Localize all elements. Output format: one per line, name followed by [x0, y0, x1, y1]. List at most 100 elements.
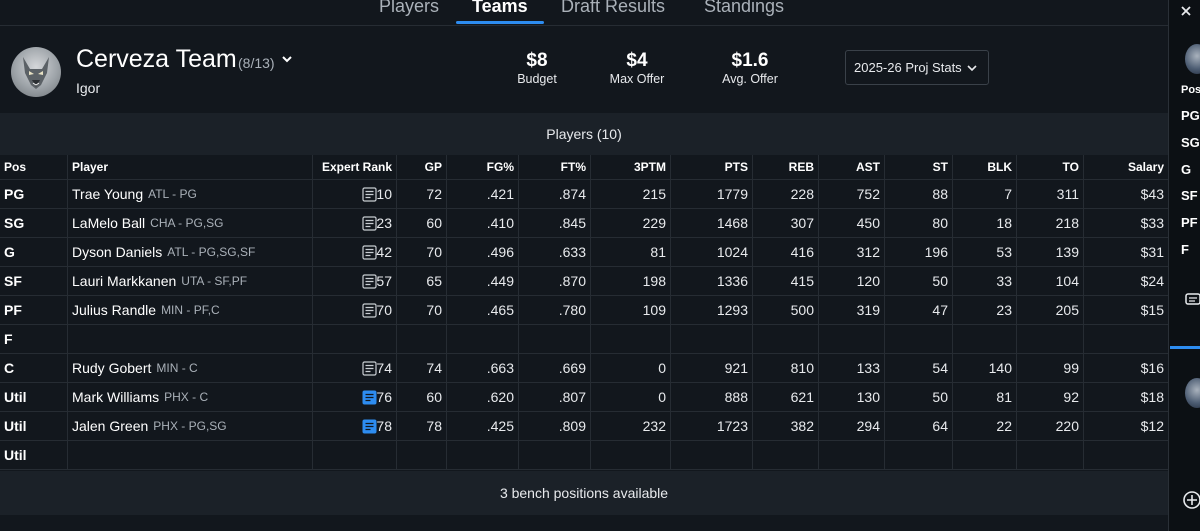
side-position-label: SG: [1181, 135, 1200, 150]
chevron-down-icon[interactable]: [280, 52, 294, 66]
cell-blk: 18: [952, 209, 1016, 237]
cell-gp: [396, 325, 446, 353]
cell-3ptm: 229: [590, 209, 670, 237]
roster-position: SG: [4, 215, 25, 231]
table-header-row: Pos Player Expert Rank GP FG% FT% 3PTM PTS REB AS…: [0, 155, 1168, 180]
table-row[interactable]: PG Trae Young ATL - PG 10 72.421.874 215 1779 2…: [0, 180, 1168, 209]
add-icon[interactable]: [1182, 490, 1200, 510]
cell-reb: 621: [752, 383, 818, 411]
cell-ft-pct: [518, 441, 590, 469]
column-header-blk[interactable]: BLK: [952, 155, 1016, 179]
column-header-st[interactable]: ST: [884, 155, 952, 179]
projection-select[interactable]: 2025-26 Proj Stats: [845, 50, 989, 85]
roster-position: Util: [4, 447, 27, 463]
cell-to: 205: [1016, 296, 1083, 324]
player-team-positions: ATL - PG: [148, 187, 197, 201]
chevron-down-icon: [967, 65, 977, 72]
player-name[interactable]: Trae Young: [72, 186, 143, 202]
cell-to: 139: [1016, 238, 1083, 266]
column-header-ast[interactable]: AST: [818, 155, 884, 179]
tab-standings[interactable]: Standings: [704, 0, 784, 17]
player-name[interactable]: LaMelo Ball: [72, 215, 145, 231]
table-row[interactable]: Util Jalen Green PHX - PG,SG 78 78.425.809 23…: [0, 412, 1168, 441]
cell-st: 80: [884, 209, 952, 237]
team-owner: Igor: [76, 80, 101, 96]
player-name[interactable]: Rudy Gobert: [72, 360, 151, 376]
cell-expert-rank: 74: [312, 354, 396, 382]
cell-reb: 307: [752, 209, 818, 237]
column-header-ft-pct[interactable]: FT%: [518, 155, 590, 179]
player-name[interactable]: Jalen Green: [72, 418, 148, 434]
cell-pos: Util: [0, 412, 67, 440]
stat-value: $1.6: [731, 50, 769, 71]
app-page: Players Teams Draft Results Standings Ce…: [0, 0, 1200, 531]
roster-table: Pos Player Expert Rank GP FG% FT% 3PTM PTS REB AS…: [0, 155, 1168, 470]
cell-ft-pct: .807: [518, 383, 590, 411]
cell-gp: 65: [396, 267, 446, 295]
column-header-salary[interactable]: Salary: [1083, 155, 1168, 179]
table-row[interactable]: SG LaMelo Ball CHA - PG,SG 23 60.410.845 229 1…: [0, 209, 1168, 238]
cell-ast: 450: [818, 209, 884, 237]
cell-reb: [752, 325, 818, 353]
table-row[interactable]: C Rudy Gobert MIN - C 74 74.663.669 0 921 810 13…: [0, 354, 1168, 383]
cell-ast: 752: [818, 180, 884, 208]
cell-pos: G: [0, 238, 67, 266]
bottom-strip: [0, 515, 1168, 531]
table-row[interactable]: Util Mark Williams PHX - C 76 60.620.807 0 888…: [0, 383, 1168, 412]
cell-reb: 416: [752, 238, 818, 266]
cell-ft-pct: .669: [518, 354, 590, 382]
column-header-pts[interactable]: PTS: [670, 155, 752, 179]
cell-player: Rudy Gobert MIN - C: [67, 354, 377, 382]
top-tabs: Players Teams Draft Results Standings: [0, 0, 1168, 26]
side-position-label: SF: [1181, 188, 1198, 203]
cell-pos: C: [0, 354, 67, 382]
player-name[interactable]: Dyson Daniels: [72, 244, 162, 260]
cell-3ptm: 109: [590, 296, 670, 324]
cell-3ptm: 198: [590, 267, 670, 295]
cell-3ptm: [590, 325, 670, 353]
cell-ast: [818, 441, 884, 469]
cell-st: 64: [884, 412, 952, 440]
cell-pts: 1468: [670, 209, 752, 237]
cell-pos: Util: [0, 441, 67, 469]
table-row[interactable]: G Dyson Daniels ATL - PG,SG,SF 42 70.496.633…: [0, 238, 1168, 267]
tab-teams[interactable]: Teams: [472, 0, 528, 17]
cell-gp: 70: [396, 296, 446, 324]
player-name[interactable]: Julius Randle: [72, 302, 156, 318]
column-header-expert-rank[interactable]: Expert Rank: [312, 155, 396, 179]
stat-avg-offer: $1.6 Avg. Offer: [710, 50, 790, 86]
table-row[interactable]: Util: [0, 441, 1168, 470]
stat-max-offer: $4 Max Offer: [597, 50, 677, 86]
close-icon[interactable]: [1179, 4, 1193, 18]
cell-expert-rank: 42: [312, 238, 396, 266]
tab-draft-results[interactable]: Draft Results: [561, 0, 665, 17]
tab-players[interactable]: Players: [379, 0, 439, 17]
chat-icon[interactable]: [1185, 292, 1200, 308]
player-team-positions: PHX - PG,SG: [153, 419, 227, 433]
cell-expert-rank: [312, 441, 396, 469]
column-header-fg-pct[interactable]: FG%: [446, 155, 518, 179]
column-header-gp[interactable]: GP: [396, 155, 446, 179]
roster-position: F: [4, 331, 13, 347]
cell-st: [884, 325, 952, 353]
table-row[interactable]: SF Lauri Markkanen UTA - SF,PF 57 65.449.870…: [0, 267, 1168, 296]
column-header-pos[interactable]: Pos: [0, 155, 67, 179]
table-row[interactable]: F: [0, 325, 1168, 354]
player-name[interactable]: Lauri Markkanen: [72, 273, 176, 289]
cell-fg-pct: [446, 325, 518, 353]
side-position-label: F: [1181, 242, 1189, 257]
column-header-player[interactable]: Player: [67, 155, 312, 179]
projection-select-value: 2025-26 Proj Stats: [854, 60, 962, 75]
column-header-reb[interactable]: REB: [752, 155, 818, 179]
column-header-3ptm[interactable]: 3PTM: [590, 155, 670, 179]
cell-ast: 319: [818, 296, 884, 324]
cell-to: 311: [1016, 180, 1083, 208]
cell-player: Jalen Green PHX - PG,SG: [67, 412, 377, 440]
cell-to: [1016, 441, 1083, 469]
column-header-to[interactable]: TO: [1016, 155, 1083, 179]
cell-3ptm: 81: [590, 238, 670, 266]
player-name[interactable]: Mark Williams: [72, 389, 159, 405]
table-row[interactable]: PF Julius Randle MIN - PF,C 70 70.465.780 109…: [0, 296, 1168, 325]
cell-3ptm: 215: [590, 180, 670, 208]
cell-blk: 7: [952, 180, 1016, 208]
